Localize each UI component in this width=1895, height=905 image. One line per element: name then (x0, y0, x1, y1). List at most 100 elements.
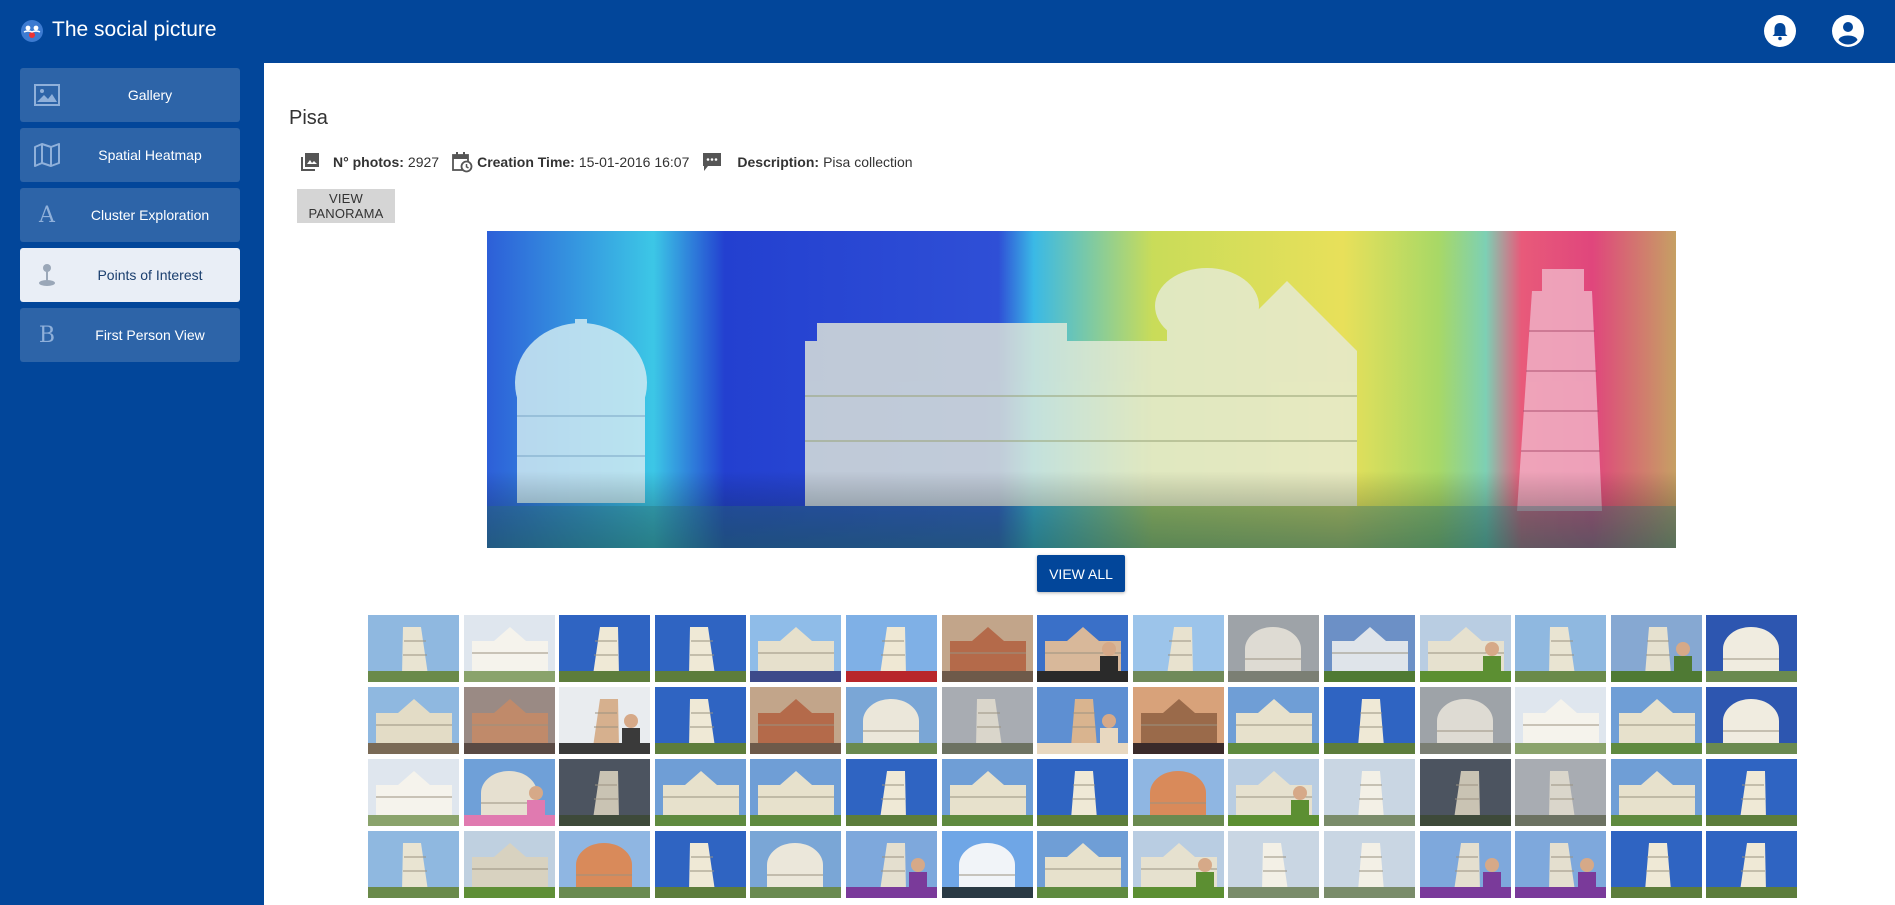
photo-thumbnail[interactable] (559, 687, 651, 754)
main-content: Pisa N° photos: 2927 Creation Time: 15-0… (264, 63, 1895, 905)
photo-thumbnail[interactable] (559, 759, 651, 826)
photo-thumbnail[interactable] (1515, 759, 1607, 826)
photo-thumbnail[interactable] (845, 687, 937, 754)
sidebar-item-cluster-exploration[interactable]: A Cluster Exploration (20, 188, 240, 242)
photos-count-label: N° photos: (333, 154, 404, 170)
photo-thumbnail[interactable] (654, 687, 746, 754)
photo-thumbnail[interactable] (1610, 687, 1702, 754)
thumbnail-image (1706, 687, 1798, 754)
sidebar-item-spatial-heatmap[interactable]: Spatial Heatmap (20, 128, 240, 182)
view-all-button[interactable]: VIEW ALL (1037, 555, 1125, 592)
photo-thumbnail[interactable] (1228, 687, 1320, 754)
thumbnail-image (654, 687, 746, 754)
photo-thumbnail[interactable] (1610, 759, 1702, 826)
photo-thumbnail[interactable] (1706, 687, 1798, 754)
sidebar-item-gallery[interactable]: Gallery (20, 68, 240, 122)
thumbnail-image (654, 615, 746, 682)
photo-thumbnail[interactable] (1323, 687, 1415, 754)
thumbnail-image (941, 759, 1033, 826)
photo-thumbnail[interactable] (1515, 615, 1607, 682)
photo-thumbnail[interactable] (1132, 831, 1224, 898)
photo-thumbnail[interactable] (750, 615, 842, 682)
photo-thumbnail[interactable] (1419, 687, 1511, 754)
thumbnail-image (463, 687, 555, 754)
sidebar-item-first-person-view[interactable]: B First Person View (20, 308, 240, 362)
thumbnail-image (1323, 759, 1415, 826)
photo-thumbnail[interactable] (1037, 831, 1129, 898)
photo-thumbnail[interactable] (463, 831, 555, 898)
photo-thumbnail[interactable] (845, 615, 937, 682)
photo-thumbnail[interactable] (368, 687, 459, 754)
photo-thumbnail[interactable] (463, 615, 555, 682)
photo-thumbnail[interactable] (1132, 759, 1224, 826)
account-icon[interactable] (1831, 14, 1865, 48)
photo-thumbnail[interactable] (1037, 759, 1129, 826)
photo-thumbnail[interactable] (1323, 831, 1415, 898)
map-icon (32, 141, 62, 169)
photo-thumbnail[interactable] (1610, 615, 1702, 682)
photo-thumbnail[interactable] (941, 831, 1033, 898)
thumbnail-image (750, 759, 842, 826)
photo-thumbnail[interactable] (1610, 831, 1702, 898)
photo-thumbnail[interactable] (559, 831, 651, 898)
photo-thumbnail[interactable] (463, 687, 555, 754)
photo-thumbnail[interactable] (559, 615, 651, 682)
photo-thumbnail[interactable] (1419, 759, 1511, 826)
top-app-bar: The social picture (0, 0, 1895, 63)
photo-thumbnail[interactable] (750, 831, 842, 898)
photo-thumbnail[interactable] (1132, 687, 1224, 754)
pin-icon (32, 261, 62, 289)
photo-thumbnail[interactable] (845, 831, 937, 898)
thumbnail-image (1323, 831, 1415, 898)
thumbnail-image (368, 615, 459, 682)
image-icon (32, 81, 62, 109)
photo-thumbnail[interactable] (1228, 615, 1320, 682)
view-panorama-button[interactable]: VIEW PANORAMA (297, 189, 395, 223)
photo-thumbnail[interactable] (941, 687, 1033, 754)
photo-thumbnail[interactable] (654, 615, 746, 682)
photo-thumbnail[interactable] (750, 687, 842, 754)
thumbnail-image (654, 831, 746, 898)
photo-thumbnail[interactable] (1706, 759, 1798, 826)
thumbnail-image (1228, 615, 1320, 682)
creation-time-value: 15-01-2016 16:07 (578, 154, 690, 170)
photo-thumbnail[interactable] (654, 831, 746, 898)
thumbnail-image (845, 615, 937, 682)
thumbnail-image (1515, 615, 1607, 682)
photo-thumbnail[interactable] (1419, 831, 1511, 898)
creation-time-label: Creation Time: (477, 154, 575, 170)
photo-thumbnail[interactable] (845, 759, 937, 826)
photo-thumbnail[interactable] (941, 759, 1033, 826)
photo-thumbnail[interactable] (750, 759, 842, 826)
photo-thumbnail[interactable] (941, 615, 1033, 682)
photo-thumbnail[interactable] (1515, 831, 1607, 898)
photo-thumbnail[interactable] (654, 759, 746, 826)
photo-thumbnail[interactable] (1228, 831, 1320, 898)
thumbnail-image (1515, 831, 1607, 898)
thumbnail-image (1037, 759, 1129, 826)
sidebar-item-points-of-interest[interactable]: Points of Interest (20, 248, 240, 302)
photo-thumbnail[interactable] (1706, 615, 1798, 682)
photo-thumbnail[interactable] (463, 759, 555, 826)
photo-thumbnail[interactable] (1037, 615, 1129, 682)
photo-thumbnail[interactable] (1132, 615, 1224, 682)
thumbnail-image (941, 615, 1033, 682)
notifications-icon[interactable] (1763, 14, 1797, 48)
photo-thumbnail[interactable] (1323, 615, 1415, 682)
photo-thumbnail[interactable] (1515, 687, 1607, 754)
photo-thumbnail[interactable] (368, 831, 459, 898)
photo-thumbnail[interactable] (368, 759, 459, 826)
thumbnail-image (750, 615, 842, 682)
thumbnail-image (1132, 615, 1224, 682)
thumbnail-image (1515, 687, 1607, 754)
thumbnail-image (845, 759, 937, 826)
photo-thumbnail[interactable] (1228, 759, 1320, 826)
photo-thumbnail[interactable] (1706, 831, 1798, 898)
thumbnail-image (1132, 687, 1224, 754)
photo-thumbnail[interactable] (1323, 759, 1415, 826)
panorama-heatmap[interactable] (487, 231, 1676, 548)
photo-thumbnail[interactable] (1419, 615, 1511, 682)
photo-thumbnail[interactable] (1037, 687, 1129, 754)
thumbnail-image (1610, 615, 1702, 682)
photo-thumbnail[interactable] (368, 615, 459, 682)
